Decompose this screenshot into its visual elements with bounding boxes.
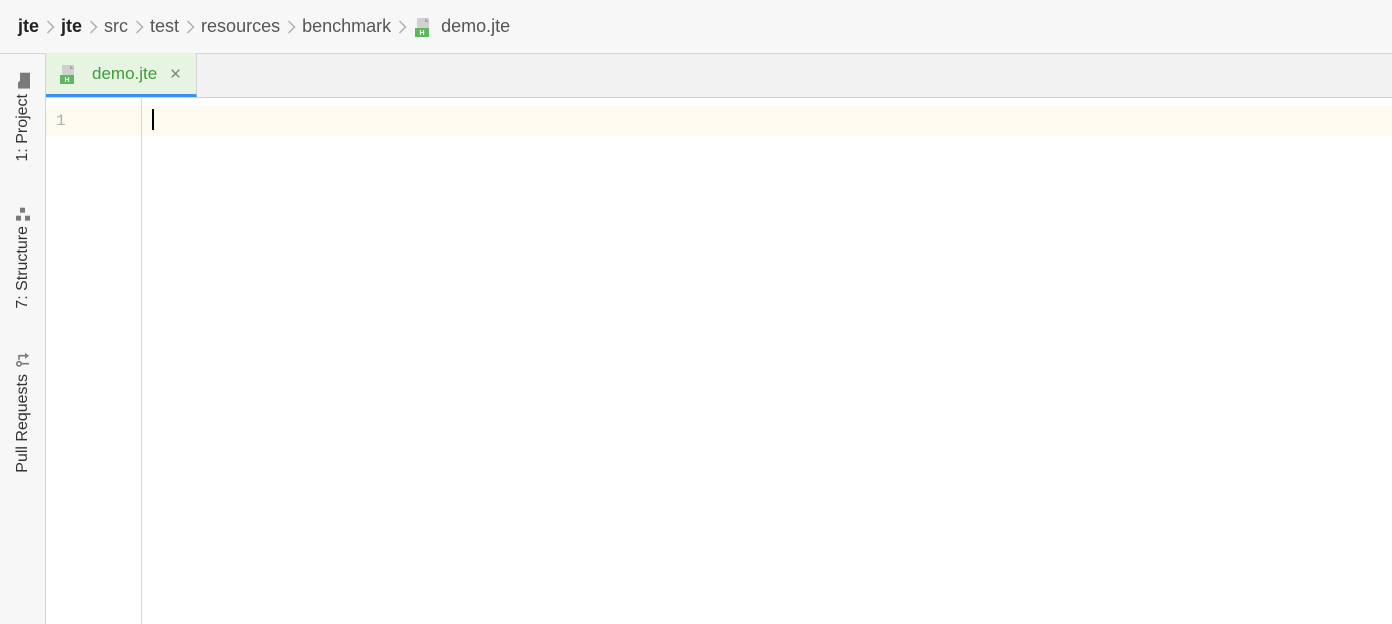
line-number[interactable]: 1 <box>46 106 141 136</box>
chevron-right-icon <box>41 20 59 34</box>
breadcrumb-src[interactable]: src <box>104 16 128 37</box>
tab-label: demo.jte <box>92 64 157 84</box>
tab-demo-jte[interactable]: H demo.jte ✕ <box>46 53 197 97</box>
chevron-right-icon <box>130 20 148 34</box>
sidebar-tool-pull-requests[interactable]: Pull Requests <box>10 344 36 481</box>
text-cursor <box>152 109 154 130</box>
left-tool-sidebar: 1: Project 7: Structure Pull Requests <box>0 54 46 624</box>
breadcrumb-test[interactable]: test <box>150 16 179 37</box>
chevron-right-icon <box>393 20 411 34</box>
folder-icon <box>16 72 30 90</box>
code-line[interactable] <box>142 106 1392 136</box>
jte-file-icon: H <box>58 63 80 85</box>
jte-file-icon: H <box>413 16 435 38</box>
structure-icon <box>16 204 30 222</box>
editor-area: H demo.jte ✕ 1 <box>46 54 1392 624</box>
sidebar-tool-structure[interactable]: 7: Structure <box>10 198 36 317</box>
svg-text:H: H <box>64 77 69 84</box>
editor-content: 1 <box>46 98 1392 624</box>
breadcrumb-file[interactable]: demo.jte <box>441 16 510 37</box>
breadcrumb: jte jte src test resources benchmark H d… <box>0 0 1392 54</box>
sidebar-tool-project[interactable]: 1: Project <box>10 66 36 170</box>
breadcrumb-root-jte[interactable]: jte <box>18 16 39 37</box>
gutter: 1 <box>46 98 142 624</box>
tab-bar: H demo.jte ✕ <box>46 54 1392 98</box>
chevron-right-icon <box>84 20 102 34</box>
close-icon[interactable]: ✕ <box>167 63 184 85</box>
breadcrumb-module-jte[interactable]: jte <box>61 16 82 37</box>
breadcrumb-resources[interactable]: resources <box>201 16 280 37</box>
chevron-right-icon <box>282 20 300 34</box>
breadcrumb-benchmark[interactable]: benchmark <box>302 16 391 37</box>
svg-text:H: H <box>420 30 425 37</box>
chevron-right-icon <box>181 20 199 34</box>
code-area[interactable] <box>142 98 1392 624</box>
pull-request-icon <box>15 351 31 369</box>
